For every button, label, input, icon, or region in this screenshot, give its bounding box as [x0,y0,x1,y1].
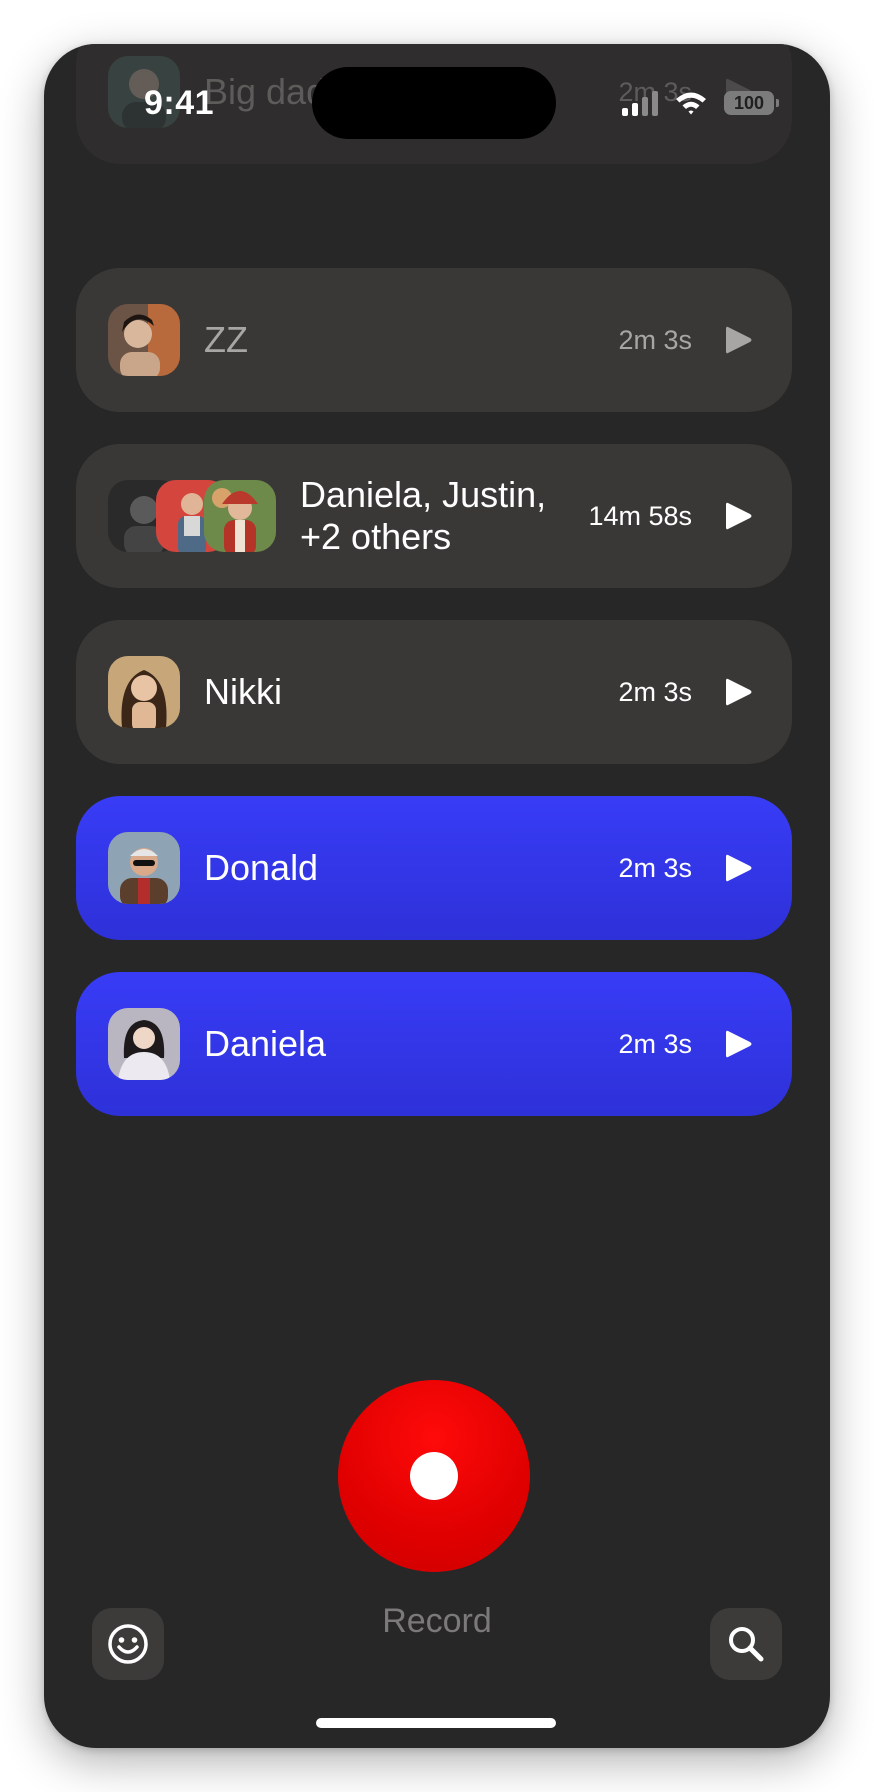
conversation-name: ZZ [204,319,248,360]
play-icon[interactable] [722,676,754,708]
conversation-duration: 2m 3s [618,676,692,707]
search-button[interactable] [710,1608,782,1680]
phone-screen: Big daddy 2m 3s ZZ 2m 3s Daniela, Justin… [44,44,830,1748]
play-icon[interactable] [722,324,754,356]
play-icon[interactable] [722,852,754,884]
status-time: 9:41 [144,84,215,122]
emoji-button[interactable] [92,1608,164,1680]
conversation-item-daniela[interactable]: Daniela 2m 3s [76,972,792,1116]
conversation-name: Nikki [204,671,282,712]
home-indicator[interactable] [316,1718,556,1728]
conversation-name: Daniela, Justin, +2 others [300,474,588,558]
conversation-name: Daniela [204,1023,327,1064]
conversation-duration: 2m 3s [618,324,692,355]
conversation-name: Donald [204,847,319,888]
play-icon[interactable] [722,500,754,532]
conversation-duration: 2m 3s [618,1028,692,1059]
conversation-item-donald[interactable]: Donald 2m 3s [76,796,792,940]
conversation-item-zz[interactable]: ZZ 2m 3s [76,268,792,412]
play-icon[interactable] [722,1028,754,1060]
record-button[interactable] [338,1380,530,1572]
conversation-item-nikki[interactable]: Nikki 2m 3s [76,620,792,764]
wifi-icon [676,92,706,115]
avatar [108,656,180,728]
conversation-duration: 14m 58s [588,500,692,531]
avatar [108,304,180,376]
dynamic-island [312,67,556,139]
conversation-name-line-1: Daniela, Justin, [300,474,547,515]
conversation-duration: 2m 3s [618,852,692,883]
smiley-icon [108,1624,148,1664]
avatar [108,832,180,904]
search-icon [729,1627,764,1662]
conversation-item-group[interactable]: Daniela, Justin, +2 others 14m 58s [76,444,792,588]
battery-level: 100 [733,92,765,113]
cellular-signal-icon [622,90,658,116]
record-dot-icon [410,1452,458,1500]
status-icons: 100 [622,90,779,116]
battery-icon: 100 [724,91,779,115]
avatar [204,480,276,552]
conversation-name-line-2: +2 others [300,516,452,557]
avatar [108,1008,180,1080]
avatar-stack [108,480,276,552]
